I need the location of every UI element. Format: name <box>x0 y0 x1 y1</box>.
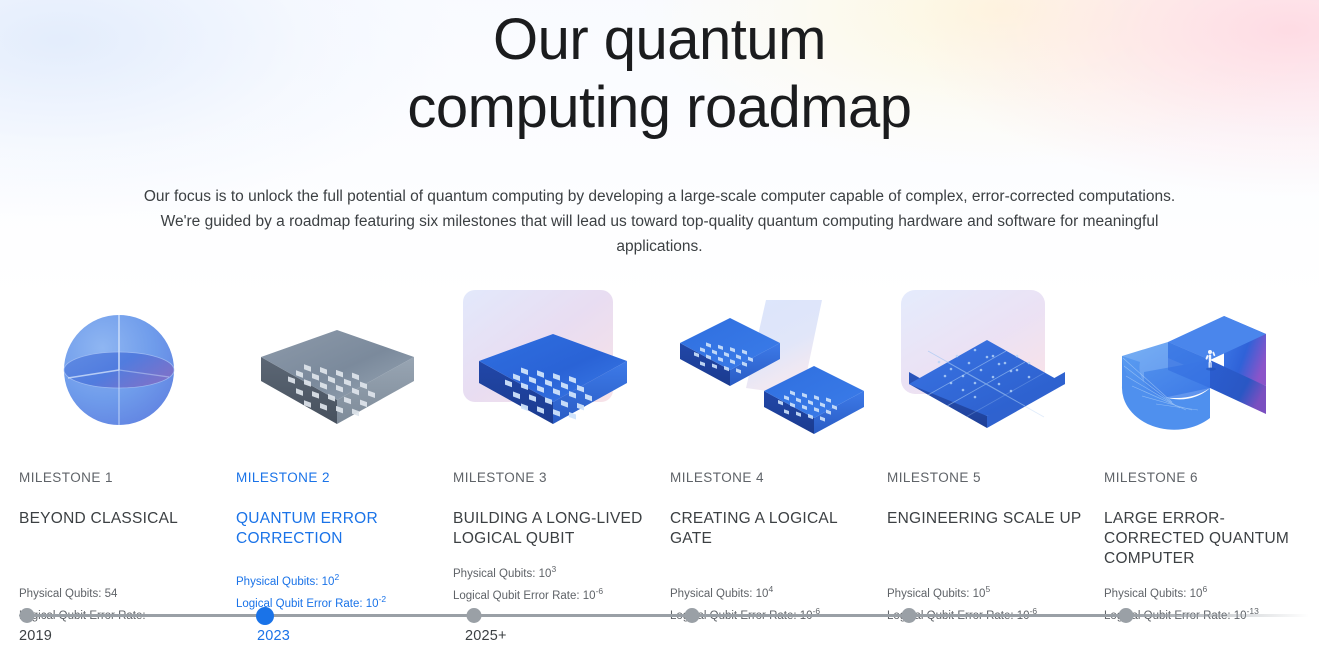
milestone-card-1[interactable]: MILESTONE 1 BEYOND CLASSICAL Physical Qu… <box>19 288 236 625</box>
milestone-title: QUANTUM ERROR CORRECTION <box>236 510 378 547</box>
physical-qubits-value: 10 <box>1189 587 1203 600</box>
error-rate-stat: Logical Qubit Error Rate: 10-6 <box>453 583 670 605</box>
timeline-dot-4[interactable] <box>684 608 700 623</box>
milestone-title: CREATING A LOGICAL GATE <box>670 510 838 547</box>
physical-qubits-stat: Physical Qubits: 104 <box>670 581 887 603</box>
physical-qubits-label: Physical Qubits: <box>236 575 319 588</box>
physical-qubits-value: 54 <box>104 587 118 600</box>
physical-qubits-label: Physical Qubits: <box>1104 587 1187 600</box>
milestone-card-6[interactable]: MILESTONE 6 LARGE ERROR-CORRECTED QUANTU… <box>1104 288 1304 625</box>
error-rate-value: 10 <box>582 589 596 602</box>
physical-qubits-label: Physical Qubits: <box>670 587 753 600</box>
physical-qubits-stat: Physical Qubits: 54 <box>19 581 236 603</box>
physical-qubits-stat: Physical Qubits: 102 <box>236 569 453 591</box>
physical-qubits-stat: Physical Qubits: 106 <box>1104 581 1304 603</box>
milestone-title: BUILDING A LONG-LIVED LOGICAL QUBIT <box>453 510 643 547</box>
milestone-label: MILESTONE 3 <box>453 470 547 485</box>
blue-chip-glow-illustration <box>453 288 653 460</box>
milestone-label: MILESTONE 1 <box>19 470 113 485</box>
intro-paragraph: Our focus is to unlock the full potentia… <box>143 188 1176 255</box>
milestone-title: LARGE ERROR-CORRECTED QUANTUM COMPUTER <box>1104 510 1290 567</box>
page-title-line-2: computing roadmap <box>407 75 912 140</box>
physical-qubits-stat: Physical Qubits: 105 <box>887 581 1104 603</box>
timeline-year-2025: 2025+ <box>465 628 507 644</box>
timeline-dot-5[interactable] <box>901 608 917 623</box>
milestone-list: MILESTONE 1 BEYOND CLASSICAL Physical Qu… <box>19 288 1309 625</box>
timeline-dot-2023[interactable] <box>256 606 274 625</box>
error-rate-exponent: -2 <box>378 593 387 604</box>
timeline-dot-2025[interactable] <box>466 608 482 623</box>
timeline-rail <box>19 614 1309 617</box>
physical-qubits-exponent: 5 <box>985 584 991 594</box>
physical-qubits-label: Physical Qubits: <box>887 587 970 600</box>
header: Our quantum computing roadmap <box>0 0 1319 142</box>
physical-qubits-value: 10 <box>538 567 552 580</box>
physical-qubits-exponent: 3 <box>551 564 557 574</box>
milestone-card-2[interactable]: MILESTONE 2 QUANTUM ERROR CORRECTION Phy… <box>236 288 453 625</box>
timeline: 2019 2023 2025+ <box>0 606 1319 668</box>
physical-qubits-value: 10 <box>972 587 986 600</box>
milestone-title: BEYOND CLASSICAL <box>19 510 179 527</box>
milestone-label: MILESTONE 5 <box>887 470 981 485</box>
timeline-year-2019: 2019 <box>19 628 53 644</box>
physical-qubits-exponent: 2 <box>334 572 340 582</box>
physical-qubits-exponent: 6 <box>1202 584 1208 594</box>
milestone-stats: Physical Qubits: 103 Logical Qubit Error… <box>453 561 670 605</box>
milestone-stats: Physical Qubits: 102 Logical Qubit Error… <box>236 569 453 613</box>
timeline-dot-2019[interactable] <box>19 608 35 623</box>
roadmap-page: Our quantum computing roadmap Our focus … <box>0 0 1319 668</box>
timeline-year-2023: 2023 <box>257 628 291 644</box>
milestone-label: MILESTONE 6 <box>1104 470 1198 485</box>
milestone-card-3[interactable]: MILESTONE 3 BUILDING A LONG-LIVED LOGICA… <box>453 288 670 625</box>
error-rate-label: Logical Qubit Error Rate: <box>453 589 580 602</box>
error-rate-exponent: -6 <box>595 585 604 596</box>
milestone-label: MILESTONE 2 <box>236 470 330 485</box>
physical-qubits-label: Physical Qubits: <box>19 587 102 600</box>
gray-chip-illustration <box>236 288 436 460</box>
physical-qubits-value: 10 <box>321 575 335 588</box>
physical-qubits-value: 10 <box>755 587 769 600</box>
page-title: Our quantum computing roadmap <box>0 6 1319 142</box>
milestone-title: ENGINEERING SCALE UP <box>887 510 1082 527</box>
datacenter-illustration <box>1104 288 1304 460</box>
bloch-sphere-illustration <box>19 288 219 460</box>
chip-array-illustration <box>887 288 1087 460</box>
page-title-line-1: Our quantum <box>492 7 827 72</box>
milestone-label: MILESTONE 4 <box>670 470 764 485</box>
timeline-dot-6[interactable] <box>1118 608 1134 623</box>
milestone-card-4[interactable]: MILESTONE 4 CREATING A LOGICAL GATE Phys… <box>670 288 887 625</box>
physical-qubits-exponent: 4 <box>768 584 774 594</box>
milestone-card-5[interactable]: MILESTONE 5 ENGINEERING SCALE UP Physica… <box>887 288 1104 625</box>
physical-qubits-label: Physical Qubits: <box>453 567 536 580</box>
two-chips-illustration <box>670 288 870 460</box>
physical-qubits-stat: Physical Qubits: 103 <box>453 561 670 583</box>
